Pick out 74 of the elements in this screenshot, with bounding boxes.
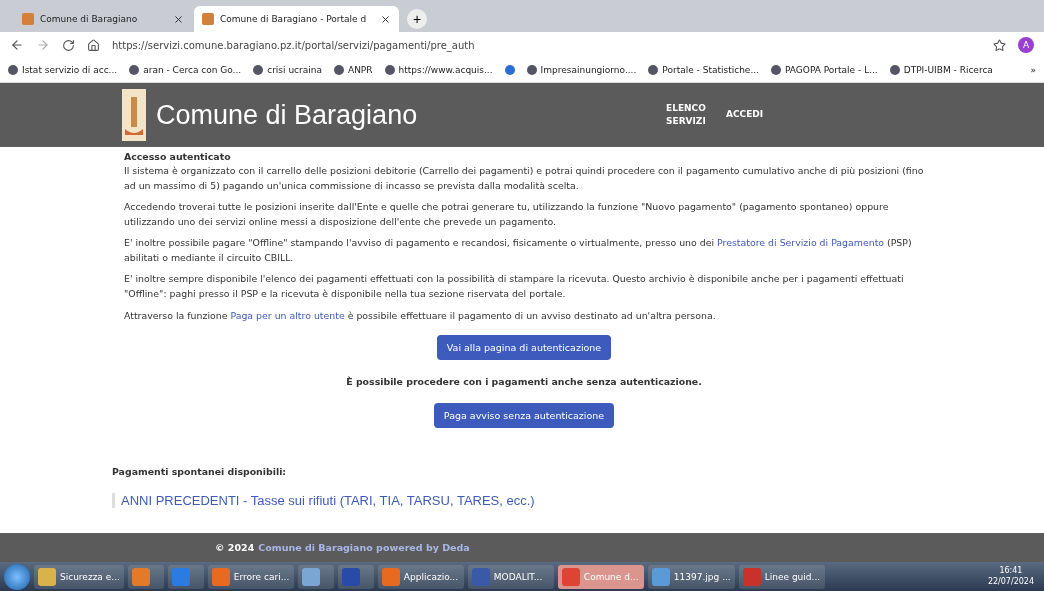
app-icon	[211, 567, 230, 586]
bookmark[interactable]: aran - Cerca con Go...	[129, 65, 242, 75]
app-icon	[742, 567, 761, 586]
address-field[interactable]: https://servizi.comune.baragiano.pz.it/portal/servizi/pagamenti/pre_auth	[112, 39, 981, 51]
section-heading: Pagamenti spontanei disponibili:	[112, 466, 288, 478]
taskbar-item[interactable]: Applicazio...	[377, 564, 464, 589]
app-icon	[561, 567, 580, 586]
app-icon	[471, 567, 490, 586]
app-icon	[301, 567, 320, 586]
taskbar-item[interactable]	[127, 564, 164, 589]
bookmark-icon	[889, 65, 900, 75]
star-icon[interactable]	[993, 38, 1006, 52]
site-title: Comune di Baragiano	[156, 99, 419, 131]
bookmark[interactable]	[504, 65, 515, 75]
paragraph: Attraverso la funzione Paga per un altro utente è possibile effettuare il pagamento di un avviso destinato ad un'altra persona.	[124, 308, 717, 323]
taskbar-item[interactable]: 11397.jpg ...	[647, 564, 735, 589]
clock: 16:41 22/07/2024	[987, 566, 1035, 587]
browser-tab[interactable]: Comune di Baragiano	[14, 6, 192, 32]
tab-favicon-icon	[22, 13, 34, 25]
auth-button[interactable]: Vai alla pagina di autenticazione	[436, 335, 612, 361]
reload-icon[interactable]	[62, 38, 75, 52]
text-link[interactable]: Paga per un altro utente	[230, 309, 345, 321]
bookmark[interactable]: Impresainungiorno....	[526, 65, 637, 75]
back-icon[interactable]	[10, 38, 24, 52]
close-icon[interactable]	[380, 13, 391, 25]
app-icon	[651, 567, 670, 586]
paragraph: E' inoltre sempre disponibile l'elenco dei pagamenti effettuati con la possibilità di stampare la ricevuta. Questo archivio è disponibile anche per i pagamenti effettuati "Offline": paghi presso il PSP e la ricevuta è disponibile nella tua sezione riservata del portale.	[124, 272, 905, 302]
home-icon[interactable]	[87, 38, 100, 52]
taskbar-item[interactable]: Sicurezza e...	[34, 564, 124, 589]
bookmark-icon	[526, 65, 537, 75]
note-text: È possibile procedere con i pagamenti anche senza autenticazione.	[346, 376, 702, 388]
taskbar-item[interactable]: MODALIT...	[467, 564, 554, 589]
payment-link[interactable]: ANNI PRECEDENTI - Tasse sui rifiuti (TARI, TIA, TARSU, TARES, ecc.)	[112, 493, 924, 509]
paragraph: Accedendo troverai tutte le posizioni inserite dall'Ente e quelle che potrai generare tu, utilizzando la funzione "Nuovo pagamento" (pagamento spontaneo) oppure utilizzando uno dei servizi online messi a disposizione dell'ente che prevede un pagamento.	[124, 200, 890, 229]
guest-pay-button[interactable]: Paga avviso senza autenticazione	[433, 403, 615, 429]
bookmark[interactable]: https://www.acquis...	[384, 65, 493, 75]
tab-favicon-icon	[202, 13, 214, 25]
footer-link[interactable]: Comune di Baragiano powered by Deda	[258, 542, 470, 553]
bookmark-icon	[8, 65, 18, 75]
bookmark-icon	[771, 65, 781, 75]
taskbar-item[interactable]: Errore cari...	[207, 564, 294, 589]
paragraph: Il sistema è organizzato con il carrello delle posizioni debitorie (Carrello dei pagamenti) e potrai quindi procedere con il pagamento cumulativo anche di più posizioni (fino ad un massimo di 5) pagando un'unica commissione di incasso se prevista dalla modalità scelta.	[124, 164, 924, 193]
close-icon[interactable]	[173, 13, 184, 25]
browser-tab[interactable]: Comune di Baragiano - Portale d	[194, 6, 399, 32]
nav-link[interactable]: ELENCO SERVIZI	[666, 101, 716, 129]
app-icon	[341, 567, 360, 586]
text-link[interactable]: Prestatore di Servizio di Pagamento	[717, 237, 885, 249]
logo-icon	[122, 89, 146, 141]
bookmark-icon	[384, 65, 395, 75]
bookmark[interactable]: Portale - Statistiche...	[648, 65, 759, 75]
bookmark[interactable]: PAGOPA Portale - L...	[771, 65, 878, 75]
bookmark-icon	[334, 65, 344, 75]
section-heading: Accesso autenticato	[124, 151, 232, 162]
bookmark-icon	[253, 65, 264, 75]
bookmark[interactable]: crisi ucraina	[253, 65, 322, 75]
bookmark-icon	[504, 65, 515, 75]
copyright-text: © 2024	[215, 542, 255, 553]
bookmark[interactable]: ANPR	[334, 65, 373, 75]
app-icon	[381, 567, 400, 586]
taskbar-item[interactable]	[297, 564, 334, 589]
app-icon	[131, 567, 150, 586]
nav-link[interactable]: ACCEDI	[726, 108, 776, 122]
taskbar-item[interactable]: Linee guid...	[738, 564, 825, 589]
bookmark-icon	[648, 65, 659, 75]
app-icon	[38, 567, 56, 586]
paragraph: E' inoltre possibile pagare "Offline" stampando l'avviso di pagamento e recandosi, fisicamente o virtualmente, presso uno dei Prestatore di Servizio di Pagamento (PSP) abilitati o mediante il circuito CBILL.	[124, 236, 913, 265]
start-button[interactable]	[4, 563, 30, 590]
new-tab-button[interactable]: +	[407, 9, 427, 29]
app-icon	[171, 567, 190, 586]
more-bookmarks[interactable]: »	[1030, 65, 1036, 75]
bookmark[interactable]: DTPI-UIBM - Ricerca	[889, 65, 993, 75]
bookmark-icon	[129, 65, 140, 75]
profile-avatar[interactable]: A	[1018, 37, 1034, 53]
bookmark[interactable]: Istat servizio di acc...	[8, 65, 118, 75]
